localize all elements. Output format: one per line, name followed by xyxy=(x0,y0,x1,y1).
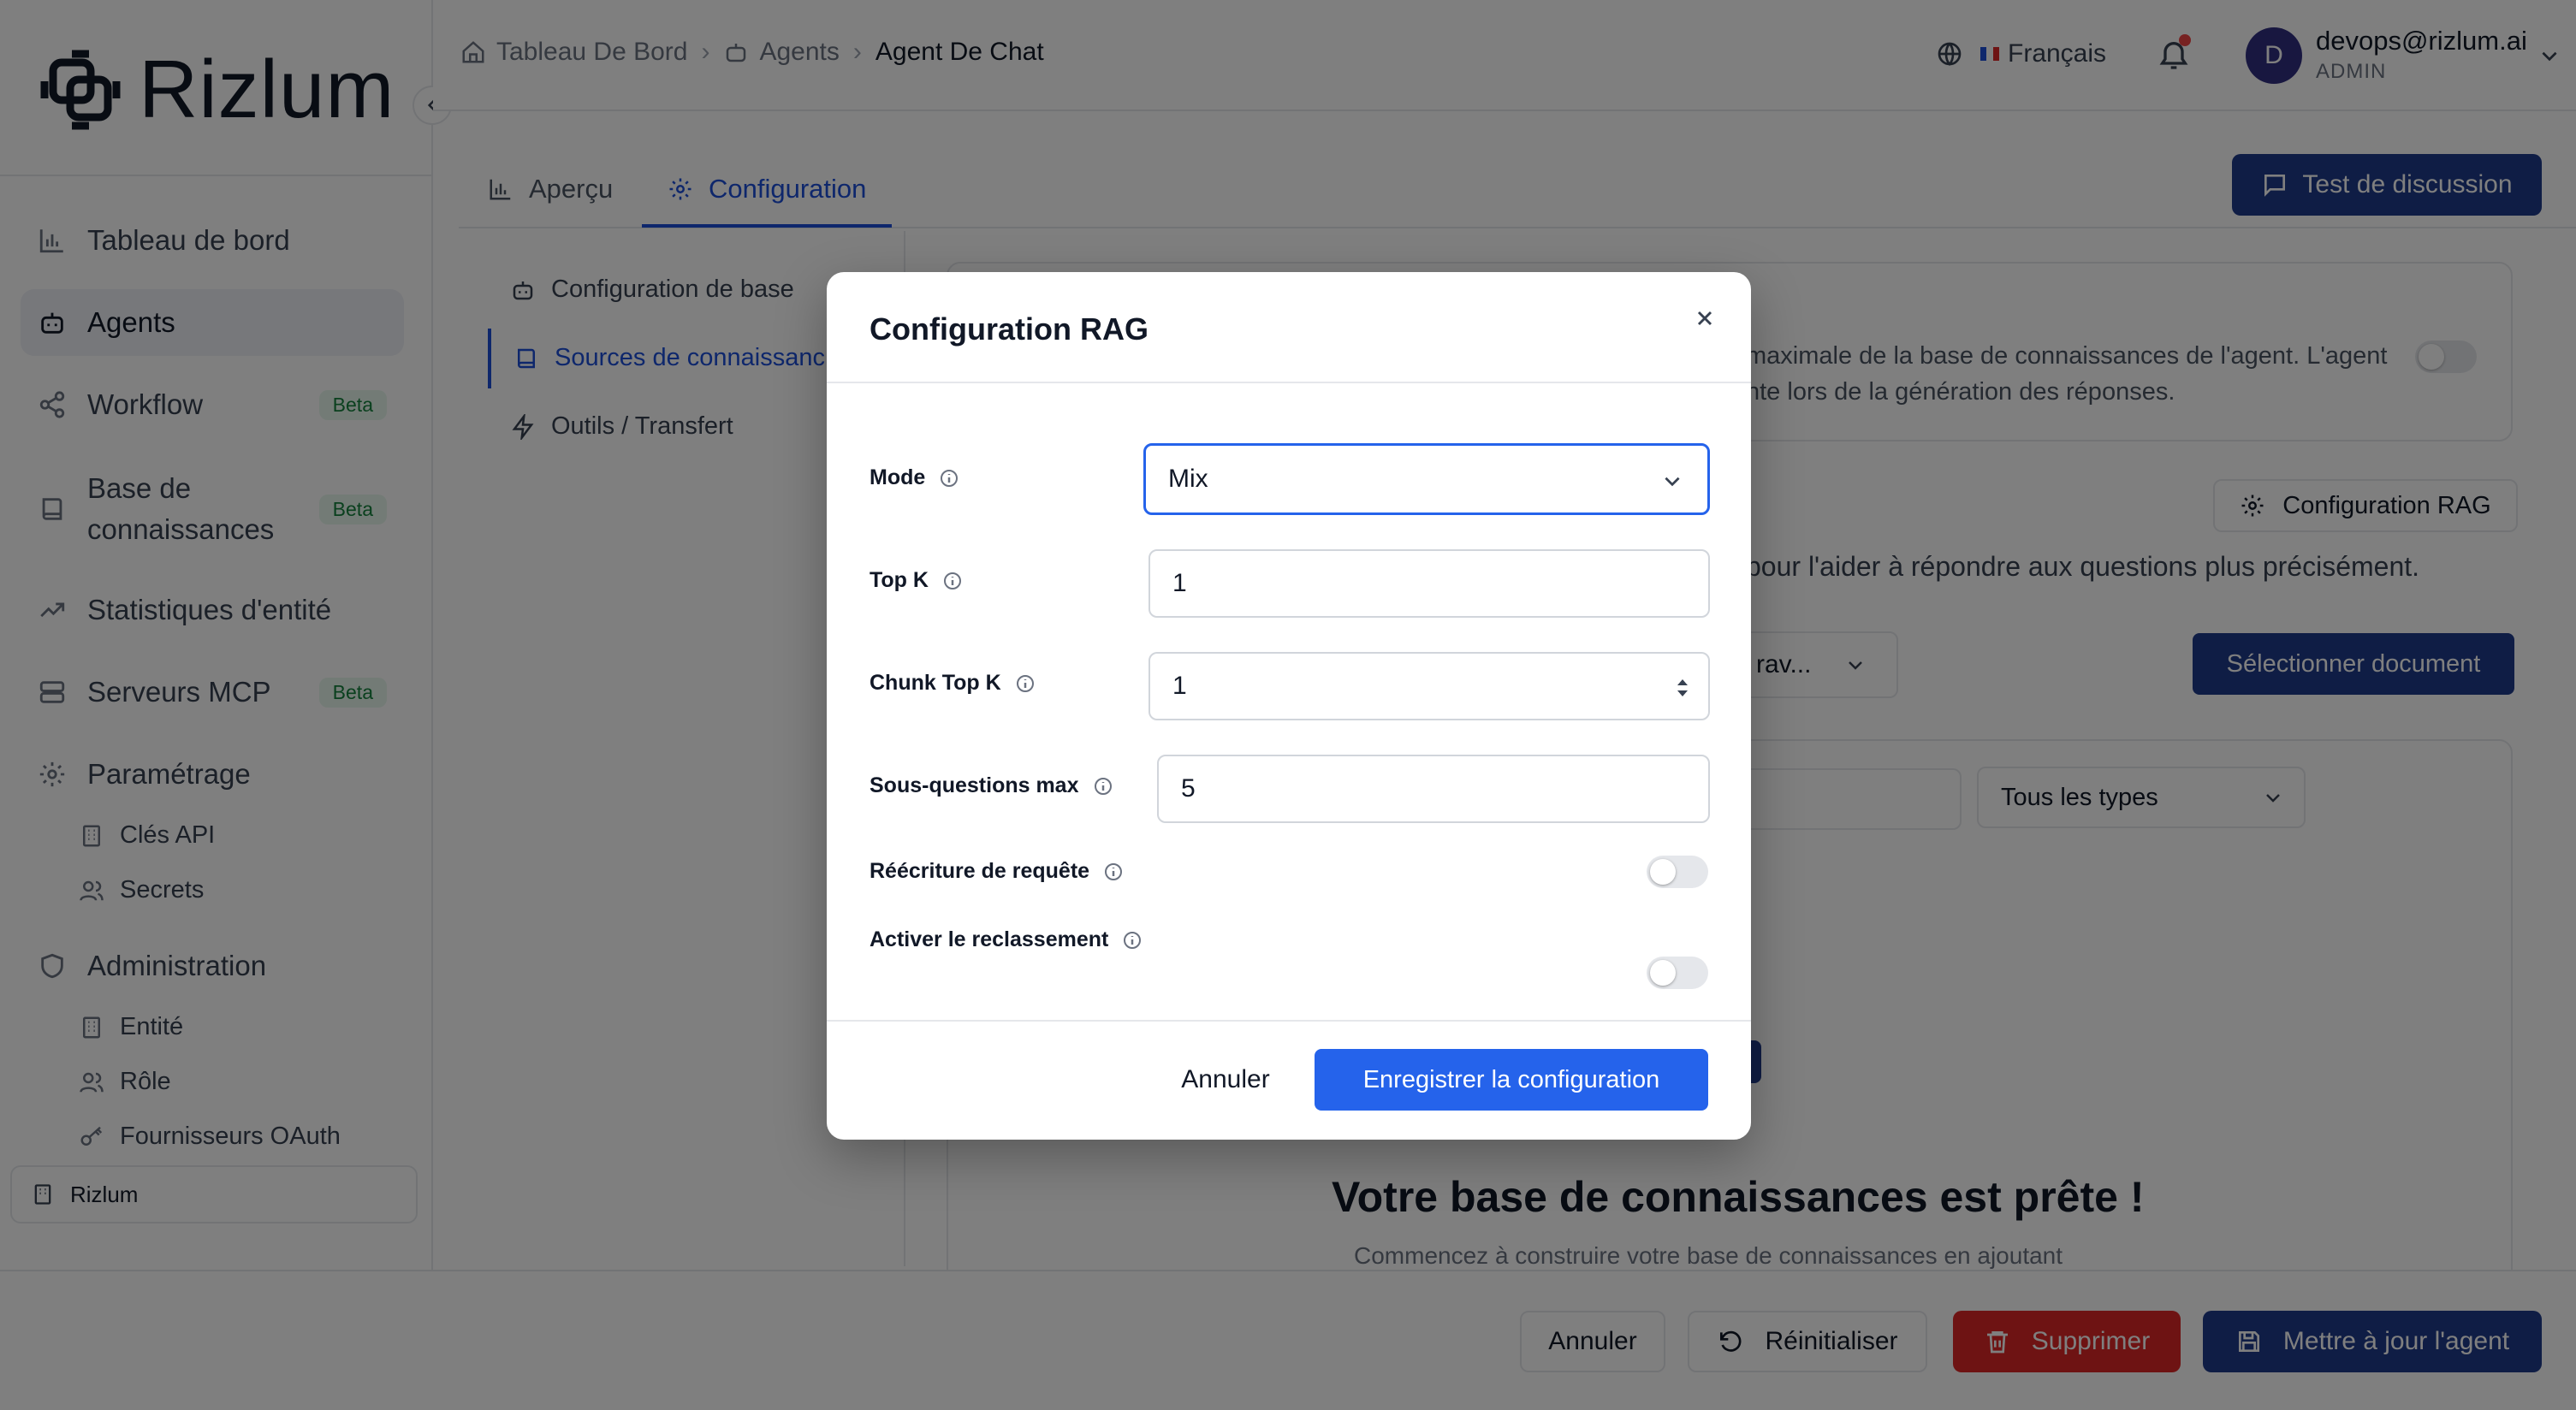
mode-select-value: Mix xyxy=(1168,465,1208,493)
max-subquestions-input[interactable]: 5 xyxy=(1157,755,1710,823)
chunk-top-k-label: Chunk Top K xyxy=(870,671,1036,696)
modal-close-button[interactable] xyxy=(1693,306,1717,330)
modal-header-divider xyxy=(827,382,1751,383)
mode-select[interactable]: Mix xyxy=(1143,443,1710,515)
info-icon[interactable] xyxy=(1103,862,1124,882)
info-icon[interactable] xyxy=(942,571,963,591)
mode-label: Mode xyxy=(870,465,959,490)
modal-cancel-label: Annuler xyxy=(1181,1065,1270,1093)
modal-cancel-button[interactable]: Annuler xyxy=(1157,1049,1294,1111)
rerank-label: Activer le reclassement xyxy=(870,927,1143,952)
chunk-top-k-input[interactable]: 1 xyxy=(1149,652,1710,720)
modal-title: Configuration RAG xyxy=(870,311,1149,347)
info-icon[interactable] xyxy=(1015,673,1036,694)
info-icon[interactable] xyxy=(939,468,959,489)
top-k-input[interactable]: 1 xyxy=(1149,549,1710,618)
number-stepper-icon[interactable] xyxy=(1674,676,1691,700)
info-icon[interactable] xyxy=(1093,776,1113,797)
chevron-down-icon xyxy=(1665,477,1680,487)
query-rewrite-toggle[interactable] xyxy=(1647,856,1708,888)
query-rewrite-label: Réécriture de requête xyxy=(870,859,1124,884)
max-subquestions-label: Sous-questions max xyxy=(870,773,1113,798)
rag-config-modal: Configuration RAG Mode Mix Top K 1 Chunk… xyxy=(827,272,1751,1140)
top-k-label: Top K xyxy=(870,568,963,593)
chunk-top-k-value: 1 xyxy=(1172,672,1187,700)
info-icon[interactable] xyxy=(1122,930,1143,951)
modal-footer-divider xyxy=(827,1020,1751,1022)
save-config-label: Enregistrer la configuration xyxy=(1362,1065,1660,1093)
close-icon xyxy=(1697,311,1712,326)
max-subquestions-value: 5 xyxy=(1181,774,1196,803)
rerank-toggle[interactable] xyxy=(1647,957,1708,989)
top-k-value: 1 xyxy=(1172,569,1187,597)
save-config-button[interactable]: Enregistrer la configuration xyxy=(1315,1049,1708,1111)
